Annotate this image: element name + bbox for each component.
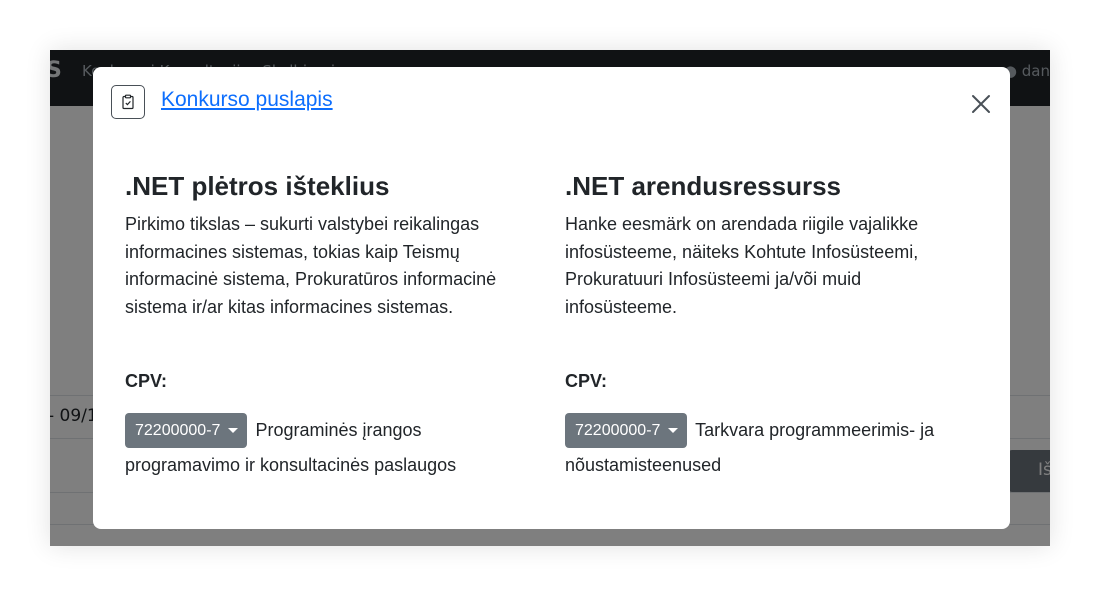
tender-description-et: Hanke eesmärk on arendada riigile vajali… — [565, 214, 919, 317]
modal-header: Konkurso puslapis — [111, 85, 992, 123]
caret-down-icon — [668, 428, 679, 434]
cpv-row-lt: 72200000-7 Programinės įrangos programav… — [125, 413, 525, 482]
cpv-row-et: 72200000-7 Tarkvara programmeerimis- ja … — [565, 413, 965, 482]
close-button[interactable] — [970, 93, 992, 115]
clipboard-check-icon — [111, 85, 145, 119]
close-icon — [972, 95, 990, 113]
estonian-column: .NET arendusressurss Hanke eesmärk on ar… — [565, 171, 965, 475]
lithuanian-column: .NET plėtros išteklius Pirkimo tikslas –… — [125, 171, 515, 475]
tender-title-et: .NET arendusressurss — [565, 171, 842, 201]
tender-modal: Konkurso puslapis .NET plėtros išteklius… — [93, 67, 1010, 529]
cpv-code-et: 72200000-7 — [575, 422, 661, 439]
cpv-label-et: CPV: — [565, 371, 608, 391]
tender-page-link[interactable]: Konkurso puslapis — [161, 88, 333, 112]
caret-down-icon — [228, 428, 239, 434]
cpv-dropdown-lt[interactable]: 72200000-7 — [125, 413, 248, 448]
cpv-dropdown-et[interactable]: 72200000-7 — [565, 413, 688, 448]
cpv-code-lt: 72200000-7 — [135, 422, 221, 439]
cpv-label-lt: CPV: — [125, 371, 168, 391]
tender-description-lt: Pirkimo tikslas – sukurti valstybei reik… — [125, 214, 497, 317]
tender-title-lt: .NET plėtros išteklius — [125, 171, 390, 201]
